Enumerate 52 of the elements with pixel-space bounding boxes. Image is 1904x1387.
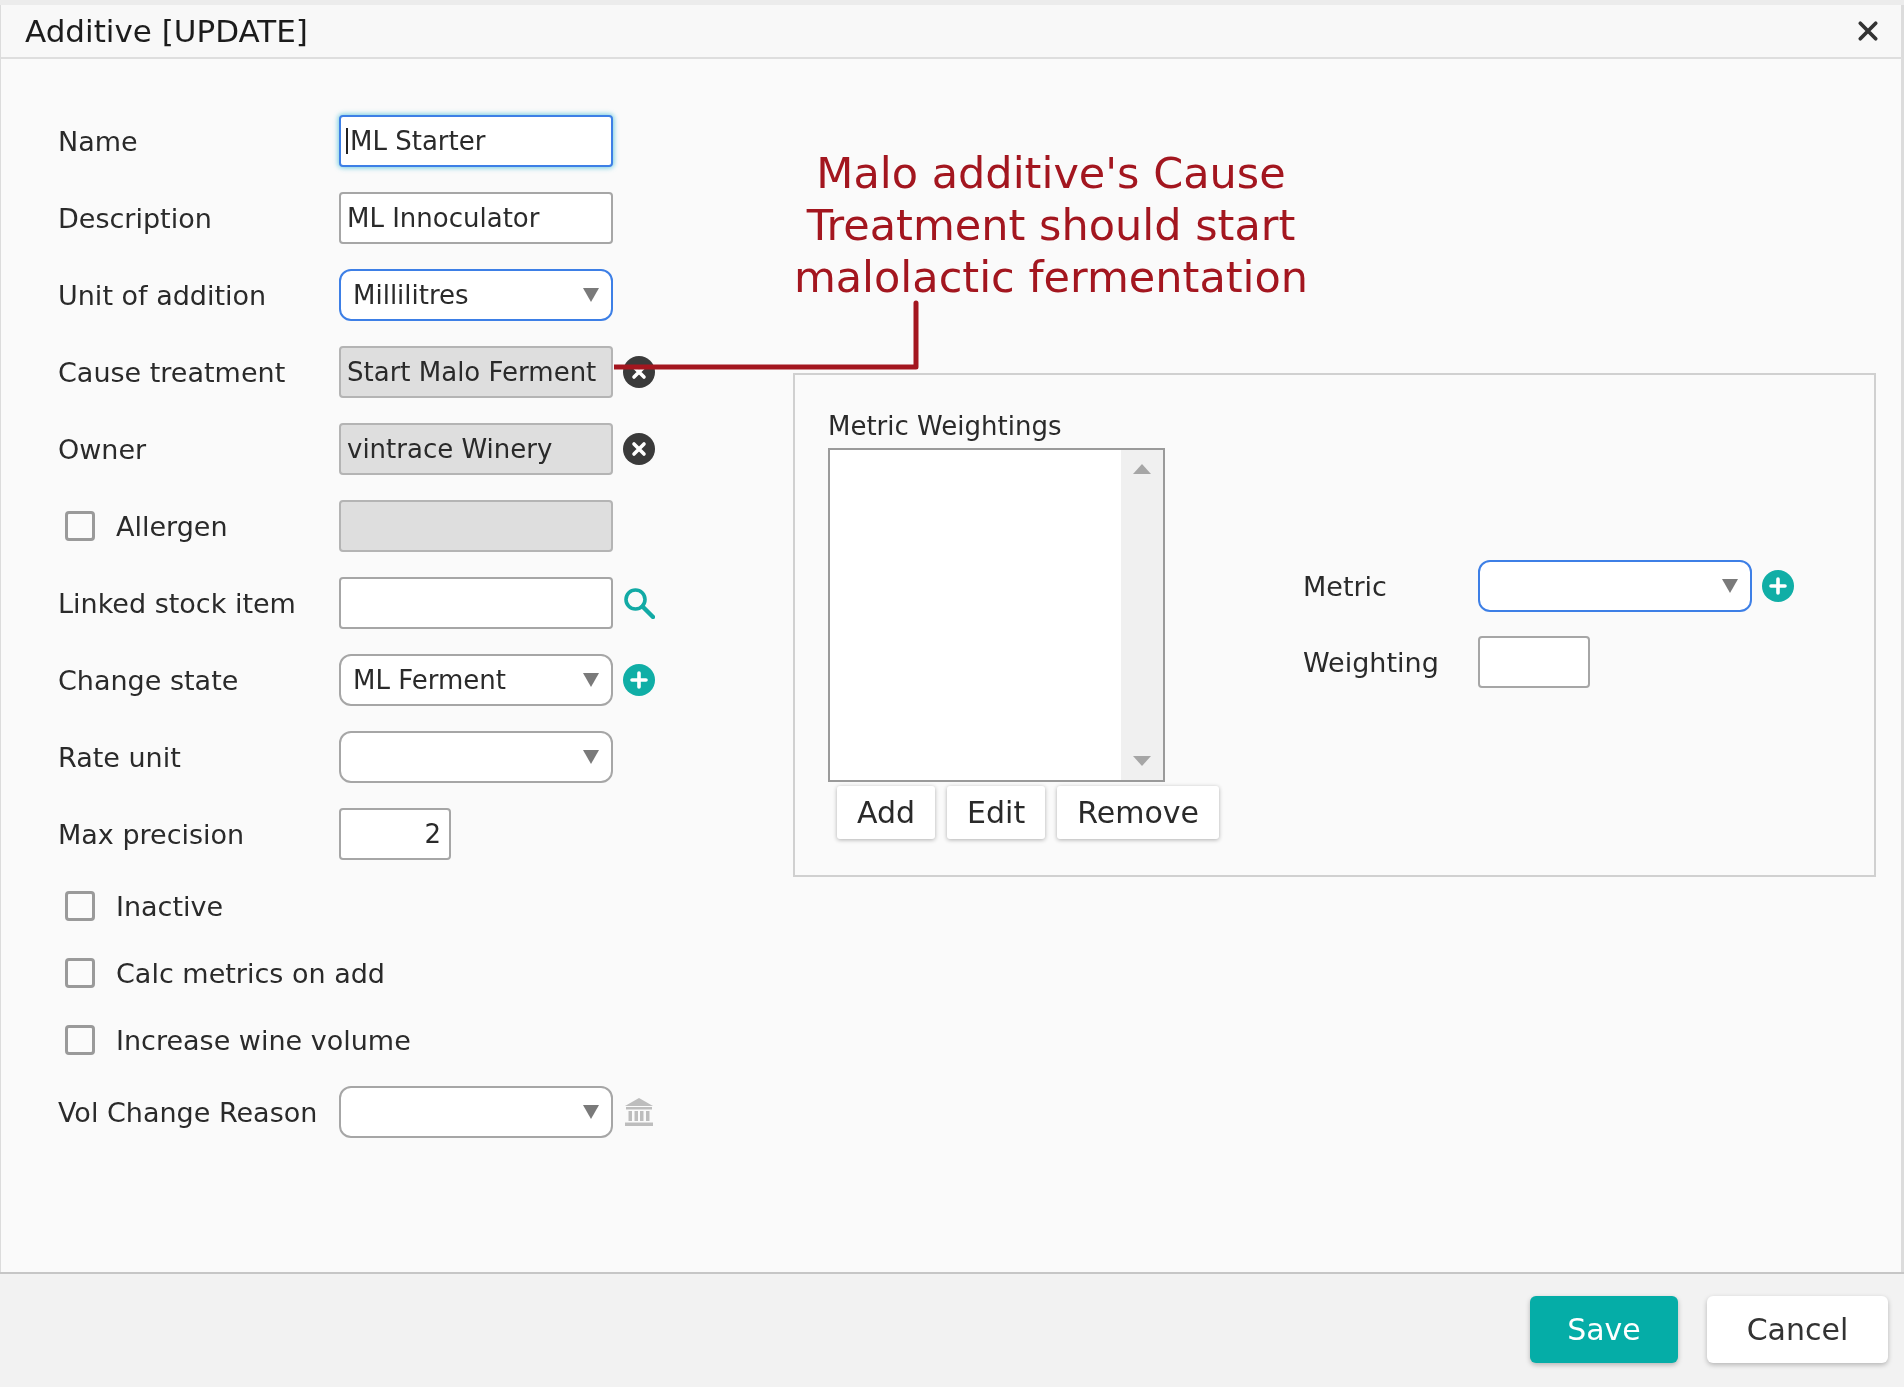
checkbox-label: Allergen	[116, 510, 228, 542]
dialog-title: Additive [UPDATE]	[25, 13, 308, 49]
add-icon[interactable]	[623, 664, 655, 696]
section-title: Metric Weightings	[828, 410, 1062, 442]
caret-icon	[583, 673, 599, 687]
field-label: Weighting	[1303, 646, 1440, 678]
field-label: Name	[58, 125, 139, 157]
dropdown[interactable]	[339, 1086, 613, 1138]
field-label: Owner	[58, 433, 148, 465]
dropdown[interactable]: ML Ferment	[339, 654, 613, 706]
checkbox[interactable]	[65, 1025, 95, 1055]
add-button[interactable]: Add	[837, 786, 936, 839]
field-label: Vol Change Reason	[58, 1096, 319, 1128]
caret-icon	[583, 288, 599, 302]
checkbox[interactable]	[65, 891, 95, 921]
dropdown[interactable]	[1478, 560, 1752, 612]
dropdown[interactable]: Millilitres	[339, 269, 613, 321]
scrollbar[interactable]	[1121, 450, 1163, 780]
number-field[interactable]	[1478, 636, 1590, 688]
number-field[interactable]: 2	[339, 808, 451, 860]
dropdown[interactable]	[339, 731, 613, 783]
down-arrow-icon[interactable]	[1133, 756, 1151, 766]
annotation-text: Malo additive's Cause Treatment should start malolactic fermentation	[792, 147, 1310, 303]
field-label: Max precision	[58, 818, 246, 850]
add-icon[interactable]	[1762, 570, 1794, 602]
caret-icon	[583, 1105, 599, 1119]
text-field[interactable]: ML Starter	[339, 115, 613, 167]
field-label: Rate unit	[58, 741, 182, 773]
search-icon[interactable]	[623, 587, 655, 619]
clear-icon[interactable]	[623, 356, 655, 388]
text-field[interactable]	[339, 577, 613, 629]
checkbox-label: Inactive	[116, 890, 224, 922]
field-label: Change state	[58, 664, 240, 696]
cancel-button[interactable]: Cancel	[1707, 1296, 1888, 1363]
up-arrow-icon[interactable]	[1133, 464, 1151, 474]
field-label: Metric	[1303, 570, 1388, 602]
field-label: Linked stock item	[58, 587, 297, 619]
edit-button[interactable]: Edit	[947, 786, 1046, 839]
remove-button[interactable]: Remove	[1057, 786, 1219, 839]
close-icon[interactable]	[1857, 20, 1879, 42]
checkbox-label: Increase wine volume	[116, 1024, 411, 1056]
checkbox-label: Calc metrics on add	[116, 957, 385, 989]
clear-icon[interactable]	[623, 433, 655, 465]
field-label: Unit of addition	[58, 279, 268, 311]
list-box[interactable]	[828, 448, 1165, 782]
caret-icon	[1722, 579, 1738, 593]
field-label: Cause treatment	[58, 356, 287, 388]
caret-icon	[583, 750, 599, 764]
field-label: Description	[58, 202, 213, 234]
checkbox[interactable]	[65, 958, 95, 988]
checkbox[interactable]	[65, 511, 95, 541]
text-field[interactable]: ML Innoculator	[339, 192, 613, 244]
